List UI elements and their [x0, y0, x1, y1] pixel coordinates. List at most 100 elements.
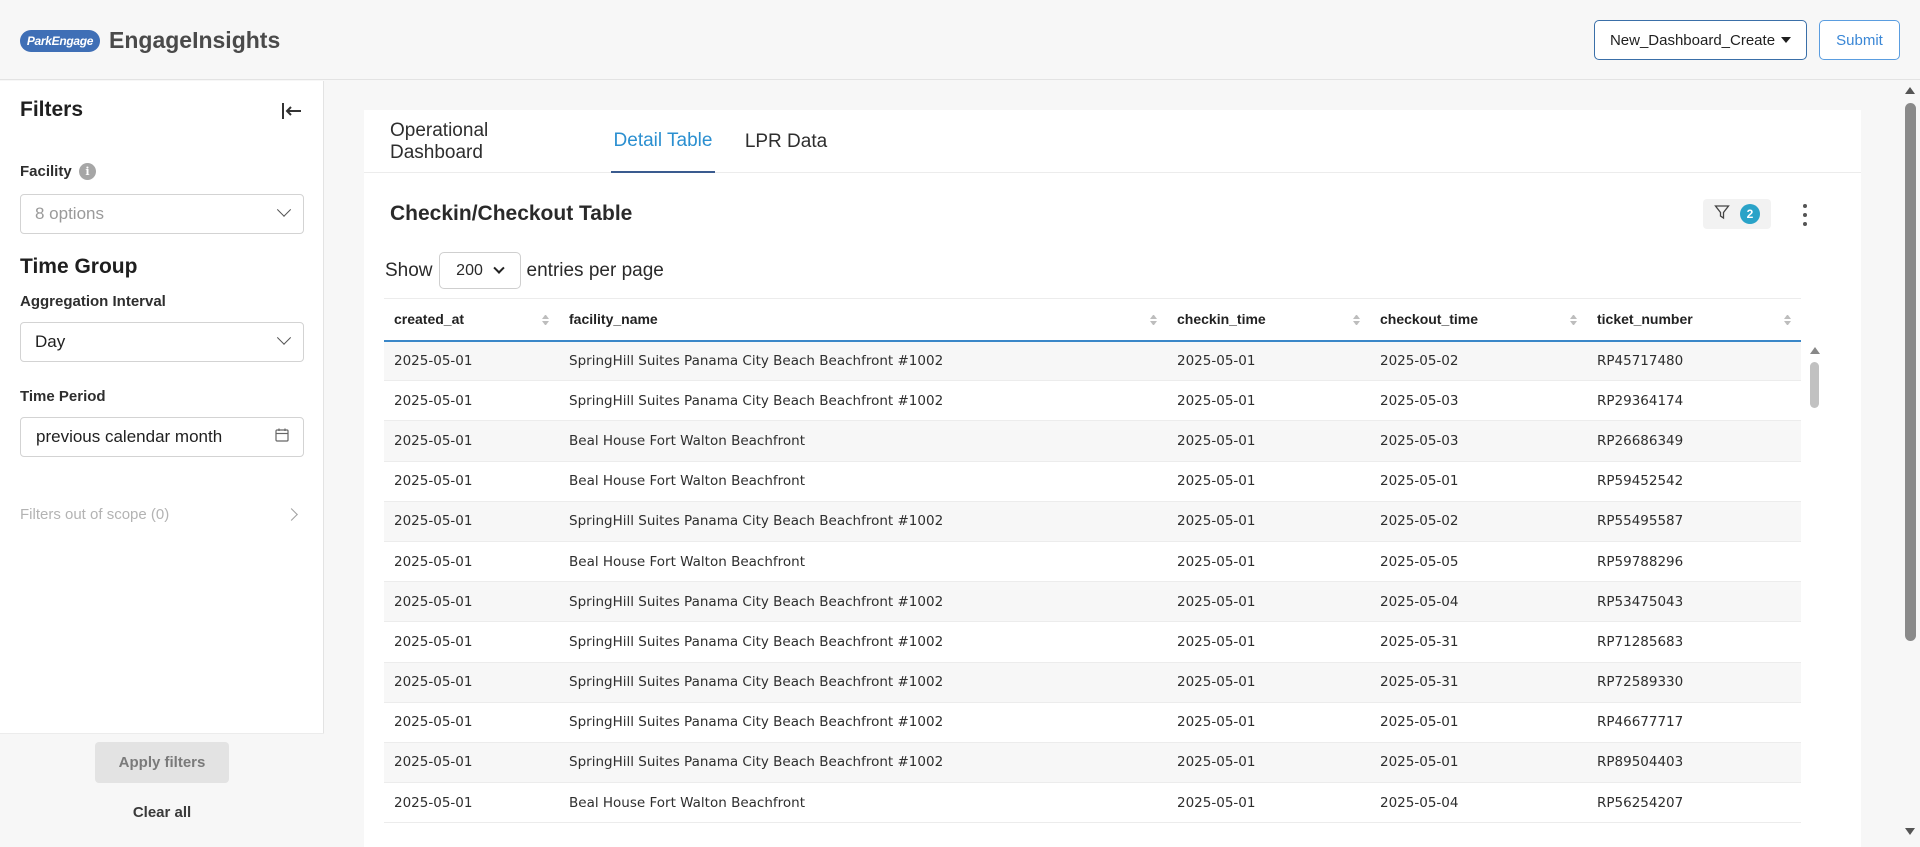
chevron-down-icon	[493, 262, 505, 274]
page-size-select[interactable]: 200	[438, 252, 521, 289]
table-row[interactable]: 2025-05-01 Beal House Fort Walton Beachfr…	[384, 461, 1801, 502]
table-row[interactable]: 2025-05-01 Beal House Fort Walton Beachfr…	[384, 420, 1801, 462]
cell-checkout-time: 2025-05-31	[1370, 621, 1587, 663]
facility-select[interactable]: 8 options	[20, 194, 304, 234]
cell-checkout-time: 2025-05-01	[1370, 702, 1587, 743]
column-header-checkout-time[interactable]: checkout_time	[1370, 298, 1587, 342]
table-row[interactable]: 2025-05-01 SpringHill Suites Panama City …	[384, 702, 1801, 743]
filters-sidebar: Filters Facility i 8 options Time Group …	[0, 81, 324, 847]
cell-created-at: 2025-05-01	[384, 501, 559, 542]
submit-button[interactable]: Submit	[1819, 20, 1900, 60]
page-scrollbar-thumb[interactable]	[1905, 103, 1916, 641]
table-row[interactable]: 2025-05-01 SpringHill Suites Panama City …	[384, 581, 1801, 623]
cell-created-at: 2025-05-01	[384, 340, 559, 382]
table-row[interactable]: 2025-05-01 SpringHill Suites Panama City …	[384, 742, 1801, 784]
table-row[interactable]: 2025-05-01 SpringHill Suites Panama City …	[384, 662, 1801, 703]
aggregation-interval-select[interactable]: Day	[20, 322, 304, 362]
filter-icon	[1714, 204, 1730, 225]
dashboard-select-button[interactable]: New_Dashboard_Create	[1594, 20, 1807, 60]
dashboard-select-label: New_Dashboard_Create	[1609, 31, 1776, 49]
cell-ticket-number: RP59452542	[1587, 461, 1801, 502]
cell-facility-name: SpringHill Suites Panama City Beach Beac…	[559, 621, 1167, 663]
cell-checkin-time: 2025-05-01	[1167, 340, 1370, 382]
tab-operational-dashboard[interactable]: Operational Dashboard	[390, 110, 580, 173]
table-row[interactable]: 2025-05-01 SpringHill Suites Panama City …	[384, 501, 1801, 542]
table-row[interactable]: 2025-05-01 SpringHill Suites Panama City …	[384, 340, 1801, 382]
scroll-up-icon[interactable]	[1905, 87, 1915, 94]
caret-down-icon	[1781, 37, 1792, 43]
table-scrollbar[interactable]	[1809, 347, 1821, 847]
scroll-up-icon[interactable]	[1810, 347, 1820, 354]
dashboard-card: Operational Dashboard Detail Table LPR D…	[364, 110, 1861, 847]
time-period-select[interactable]: previous calendar month	[20, 417, 304, 457]
chevron-right-icon	[285, 508, 298, 521]
cell-checkin-time: 2025-05-01	[1167, 621, 1370, 663]
facility-label: Facility	[20, 163, 72, 180]
table-row[interactable]: 2025-05-01 Beal House Fort Walton Beachfr…	[384, 782, 1801, 824]
facility-placeholder: 8 options	[35, 204, 104, 223]
column-header-checkin-time[interactable]: checkin_time	[1167, 298, 1370, 342]
cell-ticket-number: RP72589330	[1587, 662, 1801, 703]
sort-icon	[542, 315, 549, 325]
cell-ticket-number: RP26686349	[1587, 420, 1801, 462]
cell-created-at: 2025-05-01	[384, 541, 559, 583]
cell-facility-name: SpringHill Suites Panama City Beach Beac…	[559, 581, 1167, 623]
cell-checkout-time: 2025-05-05	[1370, 541, 1587, 583]
calendar-icon	[275, 427, 289, 447]
cell-facility-name: SpringHill Suites Panama City Beach Beac…	[559, 742, 1167, 784]
table-scrollbar-thumb[interactable]	[1810, 362, 1819, 408]
apply-filters-button[interactable]: Apply filters	[95, 742, 229, 783]
brand-title: EngageInsights	[109, 27, 281, 53]
entries-per-page-label: entries per page	[526, 259, 664, 281]
cell-checkout-time: 2025-05-04	[1370, 581, 1587, 623]
tab-lpr-data[interactable]: LPR Data	[744, 110, 828, 173]
cell-checkin-time: 2025-05-01	[1167, 581, 1370, 623]
scroll-down-icon[interactable]	[1905, 828, 1915, 835]
table-row[interactable]: 2025-05-01 SpringHill Suites Panama City …	[384, 621, 1801, 663]
cell-ticket-number: RP53475043	[1587, 581, 1801, 623]
cell-checkout-time: 2025-05-04	[1370, 782, 1587, 824]
cell-checkout-time: 2025-05-03	[1370, 380, 1587, 422]
cell-checkout-time: 2025-05-31	[1370, 662, 1587, 703]
cell-ticket-number: RP71285683	[1587, 621, 1801, 663]
column-header-created-at[interactable]: created_at	[384, 298, 559, 342]
time-period-value: previous calendar month	[36, 427, 223, 446]
cell-ticket-number: RP29364174	[1587, 380, 1801, 422]
sort-icon	[1570, 315, 1577, 325]
dashboard-tabs: Operational Dashboard Detail Table LPR D…	[364, 110, 1861, 173]
cell-ticket-number: RP46677717	[1587, 702, 1801, 743]
cell-created-at: 2025-05-01	[384, 581, 559, 623]
filters-out-of-scope[interactable]: Filters out of scope (0)	[20, 506, 304, 523]
cell-created-at: 2025-05-01	[384, 742, 559, 784]
sidebar-footer: Apply filters Clear all	[0, 733, 324, 847]
table-title: Checkin/Checkout Table	[390, 202, 633, 225]
cell-checkin-time: 2025-05-01	[1167, 782, 1370, 824]
entries-control: Show 200 entries per page	[385, 252, 664, 289]
tab-detail-table[interactable]: Detail Table	[611, 110, 715, 173]
cell-facility-name: SpringHill Suites Panama City Beach Beac…	[559, 501, 1167, 542]
cell-facility-name: SpringHill Suites Panama City Beach Beac…	[559, 702, 1167, 743]
cell-created-at: 2025-05-01	[384, 662, 559, 703]
app-header: ParkEngage EngageInsights New_Dashboard_…	[0, 0, 1920, 80]
table-row[interactable]: 2025-05-01 SpringHill Suites Panama City …	[384, 380, 1801, 422]
page-scrollbar[interactable]	[1901, 81, 1920, 847]
info-icon[interactable]: i	[79, 163, 96, 180]
column-header-facility-name[interactable]: facility_name	[559, 298, 1167, 342]
collapse-left-icon[interactable]	[281, 100, 303, 122]
table-header-row: created_at facility_name checkin_time ch…	[384, 298, 1801, 342]
checkin-checkout-table: created_at facility_name checkin_time ch…	[384, 298, 1801, 824]
clear-all-button[interactable]: Clear all	[95, 792, 229, 832]
cell-checkin-time: 2025-05-01	[1167, 501, 1370, 542]
table-row[interactable]: 2025-05-01 Beal House Fort Walton Beachfr…	[384, 541, 1801, 583]
filter-indicator[interactable]: 2	[1703, 199, 1771, 229]
sort-icon	[1353, 315, 1360, 325]
cell-facility-name: SpringHill Suites Panama City Beach Beac…	[559, 340, 1167, 382]
chevron-down-icon	[276, 330, 292, 345]
kebab-menu-icon[interactable]	[1802, 204, 1808, 226]
page-size-value: 200	[456, 261, 483, 279]
column-header-ticket-number[interactable]: ticket_number	[1587, 298, 1801, 342]
out-of-scope-label: Filters out of scope (0)	[20, 506, 170, 523]
main-content: Operational Dashboard Detail Table LPR D…	[325, 81, 1895, 847]
cell-checkout-time: 2025-05-03	[1370, 420, 1587, 462]
cell-facility-name: SpringHill Suites Panama City Beach Beac…	[559, 662, 1167, 703]
